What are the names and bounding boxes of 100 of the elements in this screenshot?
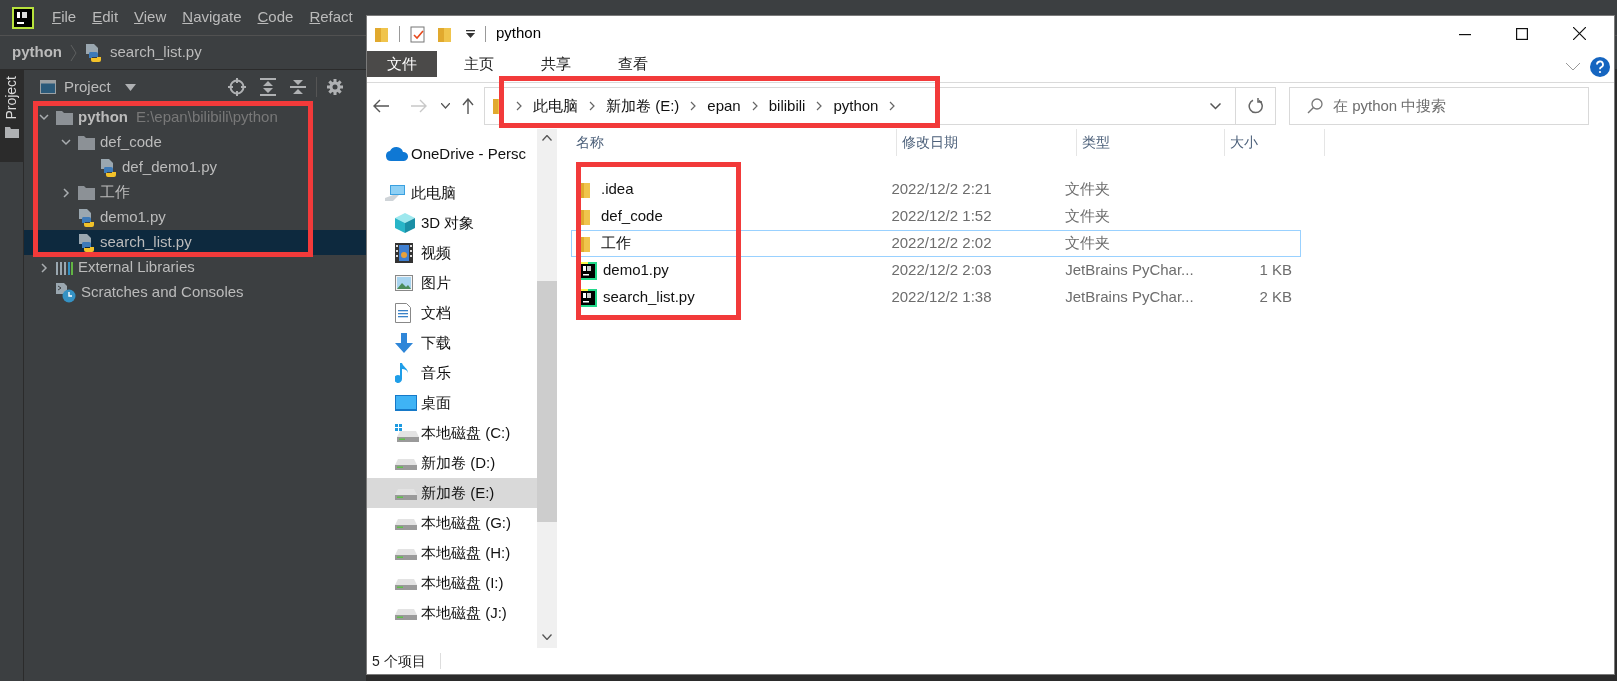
menu-item[interactable]: Refact — [309, 6, 353, 29]
document-icon — [395, 303, 411, 323]
file-row[interactable]: 工作 2022/12/2 2:02 文件夹 — [571, 230, 1301, 257]
ribbon-tab[interactable]: 文件 — [367, 51, 437, 77]
nav-item[interactable]: 此电脑 — [367, 178, 537, 208]
breadcrumb-item[interactable]: python — [12, 41, 62, 64]
nav-item[interactable]: 桌面 — [367, 388, 537, 418]
project-tool-tab[interactable]: Project — [0, 70, 23, 162]
address-bar[interactable]: 此电脑 新加卷 (E:) epan bilibili python — [484, 87, 1276, 125]
column-header[interactable]: 类型 — [1077, 129, 1225, 156]
breadcrumb-item[interactable]: search_list.py — [110, 41, 202, 64]
ribbon-tab[interactable]: 查看 — [598, 51, 668, 77]
close-icon[interactable] — [1573, 27, 1586, 40]
tree-item[interactable]: External Libraries — [24, 255, 366, 280]
dropdown-caret-icon[interactable] — [124, 83, 136, 91]
nav-item[interactable]: 本地磁盘 (C:) — [367, 418, 537, 448]
expanded-chevron-icon[interactable] — [61, 139, 71, 146]
path-separator-icon[interactable] — [816, 101, 823, 111]
search-field[interactable]: 在 python 中搜索 — [1289, 87, 1589, 125]
monitor-icon — [395, 395, 417, 411]
path-segment[interactable]: python — [833, 94, 879, 118]
file-row[interactable]: demo1.py 2022/12/2 2:03 JetBrains PyChar... 1 KB — [571, 257, 1301, 284]
file-row[interactable]: def_code 2022/12/2 1:52 文件夹 — [571, 203, 1301, 230]
menu-item[interactable]: File — [52, 6, 77, 29]
tree-item[interactable]: Scratches and Consoles — [24, 280, 366, 305]
menu-item[interactable]: Edit — [92, 6, 119, 29]
ribbon-tab[interactable]: 主页 — [444, 51, 514, 77]
nav-item[interactable]: 下载 — [367, 328, 537, 358]
locate-icon[interactable] — [227, 78, 246, 96]
maximize-icon[interactable] — [1516, 27, 1528, 40]
nav-item[interactable]: 本地磁盘 (H:) — [367, 538, 537, 568]
nav-item[interactable]: 文档 — [367, 298, 537, 328]
nav-item[interactable]: 音乐 — [367, 358, 537, 388]
file-name: demo1.py — [603, 260, 669, 281]
path-segment[interactable]: 新加卷 (E:) — [606, 94, 680, 118]
dropdown-caret-icon[interactable] — [1210, 102, 1221, 110]
nav-item[interactable]: 3D 对象 — [367, 208, 537, 238]
tree-item[interactable]: def_demo1.py — [24, 155, 366, 180]
tree-item[interactable]: demo1.py — [24, 205, 366, 230]
properties-icon[interactable] — [410, 24, 426, 43]
path-separator-icon[interactable] — [690, 101, 697, 111]
down-arrow-icon — [395, 333, 413, 353]
settings-icon[interactable] — [326, 79, 343, 95]
path-separator-icon[interactable] — [889, 101, 896, 111]
expanded-chevron-icon[interactable] — [39, 114, 49, 121]
nav-item[interactable]: 本地磁盘 (J:) — [367, 598, 537, 628]
path-separator-icon[interactable] — [516, 101, 522, 111]
python-file-icon — [78, 233, 95, 252]
file-type: JetBrains PyChar... — [1065, 260, 1194, 281]
scrollbar[interactable] — [537, 129, 557, 648]
search-input[interactable]: 在 python 中搜索 — [1333, 94, 1573, 118]
menu-item[interactable]: Code — [257, 6, 294, 29]
nav-item[interactable]: OneDrive - Persc — [367, 139, 537, 169]
expand-all-icon[interactable] — [259, 78, 276, 96]
file-name: .idea — [601, 179, 634, 200]
help-icon[interactable] — [1590, 56, 1610, 77]
collapse-all-icon[interactable] — [289, 78, 306, 96]
file-row[interactable]: search_list.py 2022/12/2 1:38 JetBrains PyChar... 2 KB — [571, 284, 1301, 311]
recent-caret-icon[interactable] — [441, 103, 450, 109]
menu-item[interactable]: View — [134, 6, 167, 29]
panel-title[interactable]: Project — [64, 75, 111, 99]
nav-item[interactable]: 新加卷 (D:) — [367, 448, 537, 478]
collapsed-chevron-icon[interactable] — [40, 262, 48, 273]
scroll-down-icon[interactable] — [542, 634, 552, 640]
path-segment[interactable]: epan — [707, 94, 741, 118]
nav-item[interactable]: 新加卷 (E:) — [367, 478, 537, 508]
modified-date: 2022/12/2 2:03 — [891, 260, 992, 281]
expand-ribbon-icon[interactable] — [1566, 62, 1580, 71]
file-type: 文件夹 — [1065, 233, 1111, 254]
app-logo-icon[interactable] — [12, 6, 34, 29]
collapsed-chevron-icon[interactable] — [62, 187, 70, 198]
menu-item[interactable]: Navigate — [182, 6, 242, 29]
panel-icon — [40, 80, 56, 94]
modified-date: 2022/12/2 1:52 — [891, 206, 992, 227]
folder-icon — [579, 181, 591, 198]
path-segment[interactable]: bilibili — [768, 94, 806, 118]
column-header[interactable]: 修改日期 — [897, 129, 1077, 156]
scrollbar-thumb[interactable] — [537, 281, 557, 522]
up-arrow-icon[interactable] — [462, 98, 474, 114]
file-type: 文件夹 — [1065, 179, 1111, 200]
file-row[interactable]: .idea 2022/12/2 2:21 文件夹 — [571, 176, 1301, 203]
column-header[interactable]: 大小 — [1225, 129, 1325, 156]
folder-icon — [4, 125, 19, 138]
path-separator-icon[interactable] — [589, 101, 595, 111]
path-separator-icon[interactable] — [751, 101, 758, 111]
customize-caret-icon[interactable] — [466, 29, 475, 38]
column-header[interactable]: 名称 — [571, 129, 897, 156]
tree-item[interactable]: 工作 — [24, 180, 366, 205]
path-segment[interactable]: 此电脑 — [533, 94, 578, 118]
window-title: python — [496, 23, 542, 44]
tree-item[interactable]: python E:\epan\bilibili\python — [24, 105, 366, 130]
ribbon-tab[interactable]: 共享 — [521, 51, 591, 77]
back-arrow-icon[interactable] — [373, 99, 389, 113]
tree-item[interactable]: def_code — [24, 130, 366, 155]
scroll-up-icon[interactable] — [542, 135, 552, 141]
nav-item[interactable]: 视频 — [367, 238, 537, 268]
nav-item[interactable]: 图片 — [367, 268, 537, 298]
tool-tab-label[interactable]: Project — [1, 76, 22, 120]
nav-item[interactable]: 本地磁盘 (G:) — [367, 508, 537, 538]
nav-item[interactable]: 本地磁盘 (I:) — [367, 568, 537, 598]
